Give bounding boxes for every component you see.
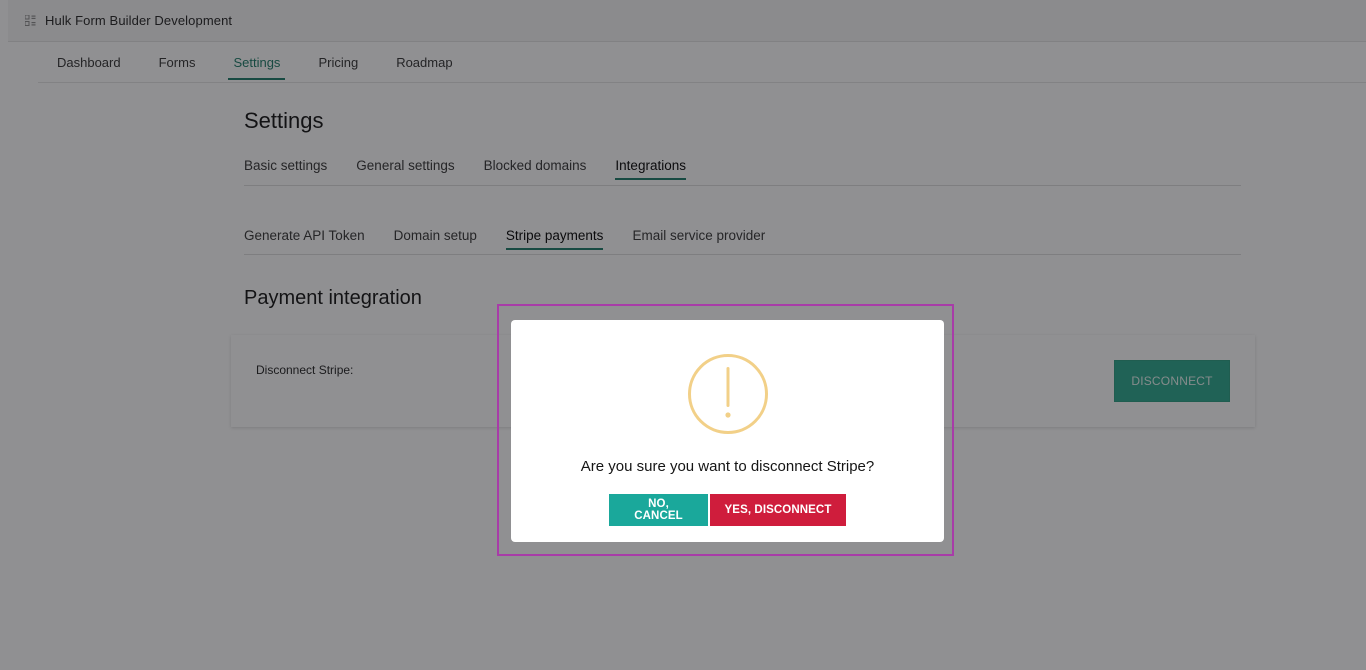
confirm-disconnect-button[interactable]: YES, DISCONNECT (710, 494, 846, 526)
dialog-actions: NO, CANCEL YES, DISCONNECT (511, 494, 944, 526)
screen: Hulk Form Builder Development Dashboard … (0, 0, 1366, 670)
dialog-question: Are you sure you want to disconnect Stri… (580, 458, 875, 475)
warning-exclamation-icon (686, 352, 770, 436)
confirm-dialog: Are you sure you want to disconnect Stri… (511, 320, 944, 542)
cancel-button[interactable]: NO, CANCEL (609, 494, 708, 526)
